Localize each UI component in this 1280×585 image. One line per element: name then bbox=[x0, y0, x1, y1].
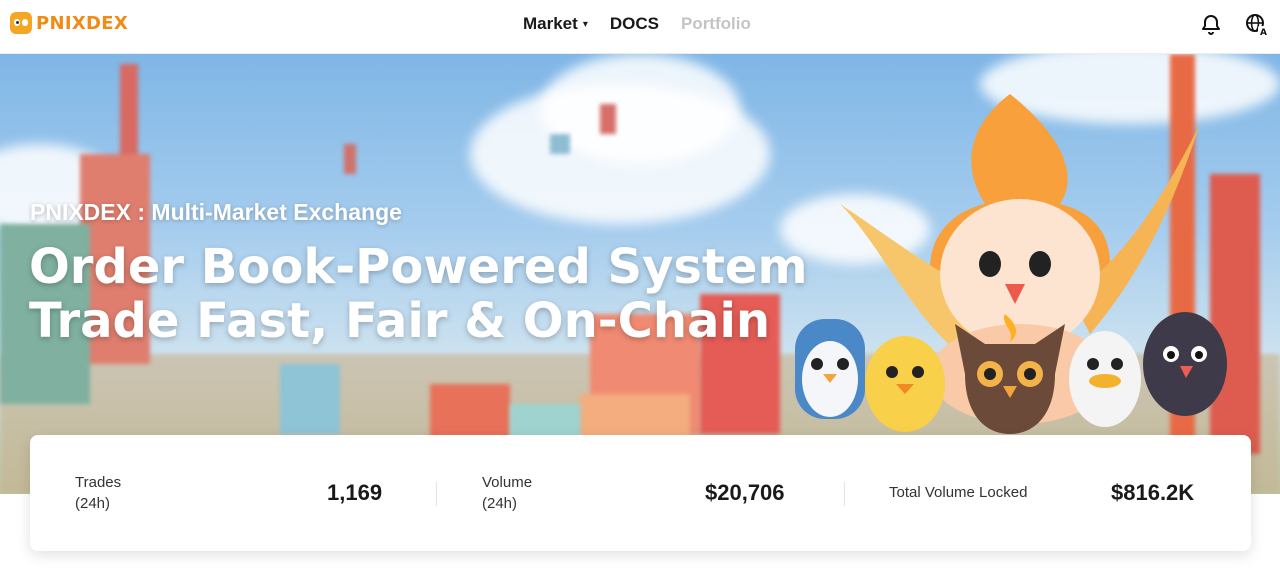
top-navbar: PNIXDEX Market ▾ DOCS Portfolio A bbox=[0, 0, 1280, 54]
hero-title: Order Book-Powered System Trade Fast, Fa… bbox=[29, 240, 807, 348]
pnixdex-logo[interactable]: PNIXDEX bbox=[10, 12, 128, 34]
duck-mascot bbox=[1069, 331, 1141, 427]
main-nav: Market ▾ DOCS Portfolio bbox=[523, 14, 751, 34]
chick-mascot bbox=[865, 336, 945, 432]
trades-label: Trades (24h) bbox=[75, 472, 121, 514]
logo-text: PNIXDEX bbox=[36, 12, 129, 34]
hero-banner: PNIXDEX : Multi-Market Exchange Order Bo… bbox=[0, 54, 1280, 494]
tvl-value: $816.2K bbox=[1111, 480, 1195, 505]
block-decor bbox=[344, 144, 356, 174]
volume-label-line1: Volume bbox=[482, 474, 533, 491]
block-decor bbox=[280, 364, 340, 434]
stats-divider bbox=[436, 482, 437, 506]
owl-mascot bbox=[955, 314, 1065, 434]
volume-label-line2: (24h) bbox=[482, 495, 518, 512]
tvl-label: Total Volume Locked bbox=[889, 484, 1028, 501]
block-decor bbox=[600, 104, 616, 134]
trades-value: 1,169 bbox=[327, 480, 383, 505]
stats-card: Trades (24h) 1,169 Volume (24h) $20,706 … bbox=[30, 435, 1251, 551]
hero-title-line1: Order Book-Powered System bbox=[29, 239, 808, 295]
trades-label-line2: (24h) bbox=[75, 495, 111, 512]
volume-label: Volume (24h) bbox=[482, 472, 532, 514]
volume-value: $20,706 bbox=[705, 480, 785, 505]
hero-subtitle: PNIXDEX : Multi-Market Exchange bbox=[30, 199, 402, 225]
cloud-decor bbox=[540, 54, 740, 164]
nav-market[interactable]: Market ▾ bbox=[523, 14, 588, 34]
owl-logo-icon bbox=[10, 12, 32, 34]
svg-text:A: A bbox=[1260, 28, 1267, 37]
stats-divider bbox=[844, 482, 845, 506]
trades-label-line1: Trades bbox=[75, 474, 122, 491]
crow-mascot bbox=[1143, 312, 1227, 416]
globe-language-icon[interactable]: A bbox=[1245, 13, 1269, 38]
nav-docs[interactable]: DOCS bbox=[610, 14, 659, 34]
bell-icon[interactable] bbox=[1199, 13, 1223, 37]
hero-title-line2: Trade Fast, Fair & On-Chain bbox=[29, 293, 771, 349]
nav-portfolio[interactable]: Portfolio bbox=[681, 14, 751, 34]
block-decor bbox=[550, 134, 570, 154]
block-decor bbox=[580, 394, 690, 439]
nav-market-label: Market bbox=[523, 14, 578, 33]
caret-down-icon: ▾ bbox=[582, 18, 588, 30]
